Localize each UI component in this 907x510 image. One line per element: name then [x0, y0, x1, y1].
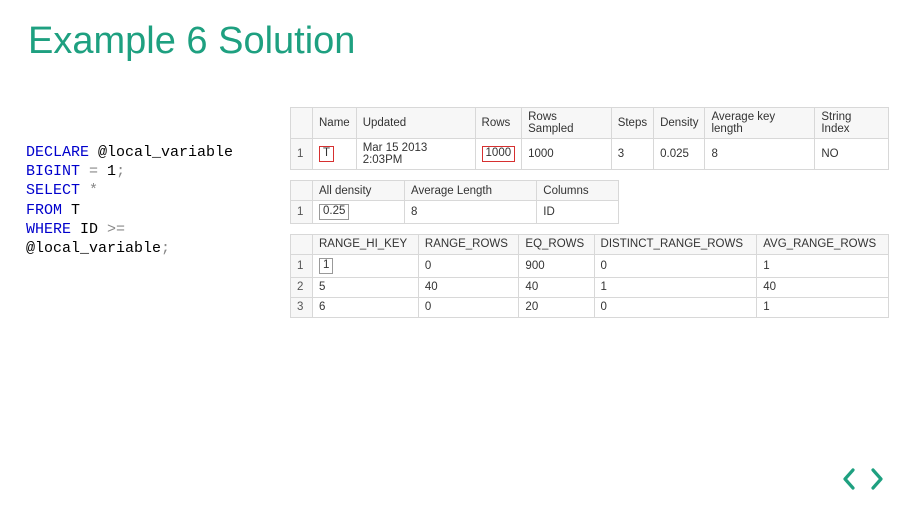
cell-string-index: NO: [815, 139, 889, 170]
cell-range-rows: 0: [418, 297, 519, 317]
cell-distinct: 0: [594, 297, 757, 317]
cell-rownum: 1: [291, 139, 313, 170]
col-rownum: [291, 234, 313, 254]
cell-eq-rows: 900: [519, 254, 594, 277]
cell-eq-rows: 40: [519, 277, 594, 297]
cell-rows: 1000: [475, 139, 522, 170]
nav-arrows-icon[interactable]: [841, 466, 885, 492]
cell-avg-range: 1: [757, 297, 889, 317]
highlighted-value: 1000: [482, 146, 516, 162]
code-txt: ID: [71, 221, 107, 238]
cell-avg-key: 8: [705, 139, 815, 170]
op-semi: ;: [116, 163, 125, 180]
boxed-value: 1: [319, 258, 333, 274]
cell-name: T: [313, 139, 357, 170]
cell-range-rows: 0: [418, 254, 519, 277]
cell-rownum: 1: [291, 254, 313, 277]
content-area: DECLARE @local_variable BIGINT = 1; SELE…: [0, 143, 907, 328]
code-txt: @local_variable: [26, 240, 161, 257]
cell-range-rows: 40: [418, 277, 519, 297]
stats-tables: Name Updated Rows Rows Sampled Steps Den…: [290, 107, 907, 328]
col-all-density: All density: [313, 181, 405, 201]
table-header-row: Name Updated Rows Rows Sampled Steps Den…: [291, 108, 889, 139]
cell-rows-sampled: 1000: [522, 139, 612, 170]
kw-from: FROM: [26, 202, 62, 219]
cell-updated: Mar 15 2013 2:03PM: [356, 139, 475, 170]
op-gte: >=: [107, 221, 125, 238]
col-eq-rows: EQ_ROWS: [519, 234, 594, 254]
col-columns: Columns: [537, 181, 619, 201]
col-string-index: String Index: [815, 108, 889, 139]
col-distinct-range-rows: DISTINCT_RANGE_ROWS: [594, 234, 757, 254]
table-row: 1 T Mar 15 2013 2:03PM 1000 1000 3 0.025…: [291, 139, 889, 170]
col-rownum: [291, 181, 313, 201]
col-rows: Rows: [475, 108, 522, 139]
code-txt: [80, 163, 89, 180]
histogram-table: RANGE_HI_KEY RANGE_ROWS EQ_ROWS DISTINCT…: [290, 234, 889, 318]
cell-range-hi: 6: [313, 297, 419, 317]
table-row: 1 1 0 900 0 1: [291, 254, 889, 277]
table-header-row: RANGE_HI_KEY RANGE_ROWS EQ_ROWS DISTINCT…: [291, 234, 889, 254]
op-eq: =: [89, 163, 98, 180]
col-avg-key-len: Average key length: [705, 108, 815, 139]
cell-rownum: 1: [291, 201, 313, 224]
table-row: 3 6 0 20 0 1: [291, 297, 889, 317]
col-rownum: [291, 108, 313, 139]
cell-eq-rows: 20: [519, 297, 594, 317]
stats-header-table: Name Updated Rows Rows Sampled Steps Den…: [290, 107, 889, 170]
col-rows-sampled: Rows Sampled: [522, 108, 612, 139]
col-density: Density: [654, 108, 705, 139]
density-table: All density Average Length Columns 1 0.2…: [290, 180, 619, 224]
col-updated: Updated: [356, 108, 475, 139]
cell-distinct: 1: [594, 277, 757, 297]
cell-all-density: 0.25: [313, 201, 405, 224]
table-row: 2 5 40 40 1 40: [291, 277, 889, 297]
table-row: 1 0.25 8 ID: [291, 201, 619, 224]
boxed-value: 0.25: [319, 204, 349, 220]
col-steps: Steps: [611, 108, 653, 139]
col-range-hi-key: RANGE_HI_KEY: [313, 234, 419, 254]
cell-rownum: 3: [291, 297, 313, 317]
kw-where: WHERE: [26, 221, 71, 238]
cell-columns: ID: [537, 201, 619, 224]
code-txt: @local_variable: [89, 144, 233, 161]
col-avg-length: Average Length: [405, 181, 537, 201]
col-avg-range-rows: AVG_RANGE_ROWS: [757, 234, 889, 254]
cell-density: 0.025: [654, 139, 705, 170]
op-semi: ;: [161, 240, 170, 257]
slide-title: Example 6 Solution: [0, 0, 907, 63]
highlighted-value: T: [319, 146, 334, 162]
code-txt: [80, 182, 89, 199]
cell-range-hi: 1: [313, 254, 419, 277]
kw-declare: DECLARE: [26, 144, 89, 161]
kw-select: SELECT: [26, 182, 80, 199]
table-header-row: All density Average Length Columns: [291, 181, 619, 201]
kw-bigint: BIGINT: [26, 163, 80, 180]
cell-steps: 3: [611, 139, 653, 170]
cell-rownum: 2: [291, 277, 313, 297]
cell-avg-range: 1: [757, 254, 889, 277]
sql-code-block: DECLARE @local_variable BIGINT = 1; SELE…: [0, 143, 290, 328]
code-txt: 1: [98, 163, 116, 180]
code-txt: T: [62, 202, 80, 219]
cell-avg-length: 8: [405, 201, 537, 224]
col-name: Name: [313, 108, 357, 139]
cell-avg-range: 40: [757, 277, 889, 297]
cell-range-hi: 5: [313, 277, 419, 297]
op-star: *: [89, 182, 98, 199]
cell-distinct: 0: [594, 254, 757, 277]
col-range-rows: RANGE_ROWS: [418, 234, 519, 254]
